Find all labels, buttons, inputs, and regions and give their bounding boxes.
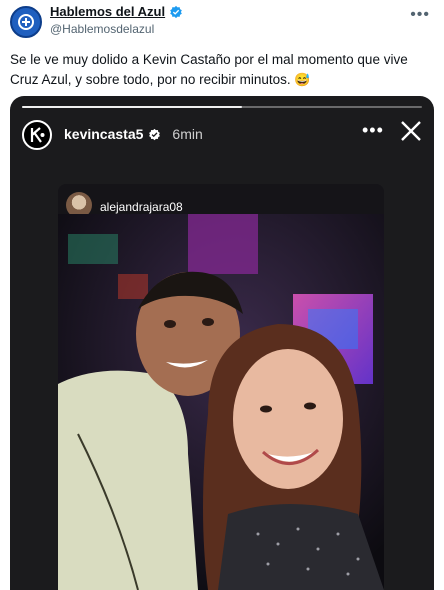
story-time: 6min [172, 126, 203, 142]
story-avatar[interactable] [22, 120, 52, 150]
blue-circle-logo-icon [18, 14, 34, 30]
sweat-smile-emoji: 😅 [294, 72, 311, 87]
k-logo-icon [30, 127, 45, 143]
tweet-body: Se le ve muy dolido a Kevin Castaño por … [10, 52, 408, 87]
profile-avatar[interactable] [10, 6, 42, 38]
shared-post-card[interactable]: alejandrajara08 [58, 184, 384, 590]
story-progress-fill [22, 106, 242, 108]
party-selfie-photo [58, 214, 384, 590]
tweet-header: Hablemos del Azul @Hablemosdelazul ••• [0, 0, 444, 44]
more-options-button[interactable]: ••• [410, 6, 430, 24]
verified-icon [170, 5, 182, 18]
shared-post-username[interactable]: alejandrajara08 [100, 200, 183, 214]
tweet-media[interactable]: kevincasta5 6min ••• alejandrajara08 [10, 96, 434, 590]
story-more-button[interactable]: ••• [362, 120, 384, 141]
tweet-text: Se le ve muy dolido a Kevin Castaño por … [10, 50, 434, 90]
display-name[interactable]: Hablemos del Azul [50, 4, 165, 19]
verified-icon [149, 128, 161, 140]
user-handle[interactable]: @Hablemosdelazul [50, 22, 154, 36]
close-icon[interactable] [400, 120, 422, 142]
story-user-row: kevincasta5 6min [64, 126, 203, 142]
story-username[interactable]: kevincasta5 [64, 126, 143, 142]
story-progress-bar [22, 106, 422, 108]
name-row: Hablemos del Azul [50, 4, 183, 19]
